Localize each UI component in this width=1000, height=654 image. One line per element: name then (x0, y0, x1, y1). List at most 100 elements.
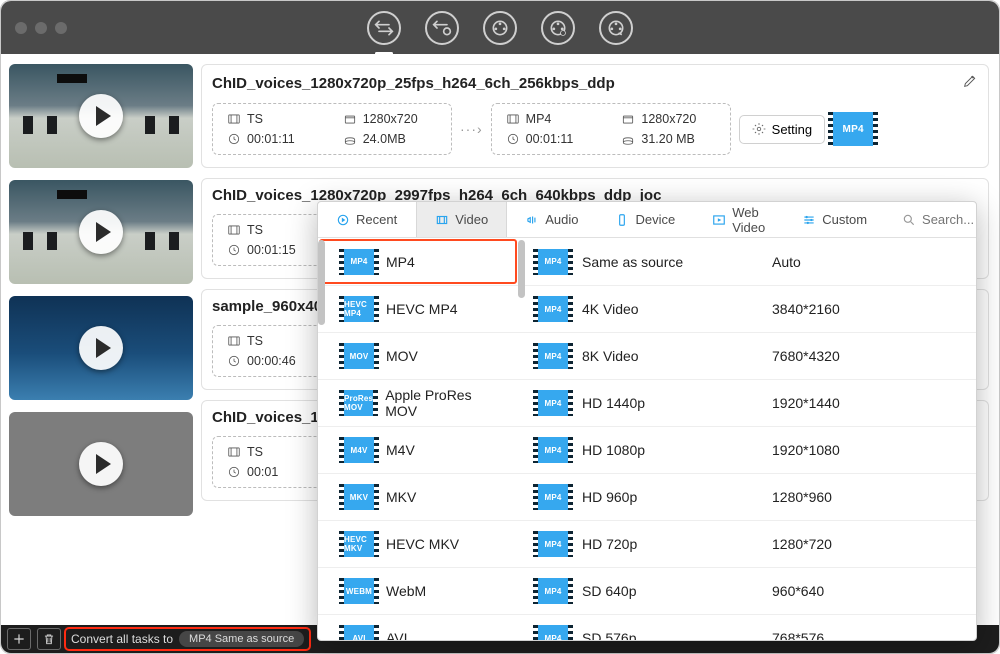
tab-video[interactable]: Video (416, 202, 507, 237)
format-list[interactable]: MP4MP4 HEVC MP4 HEVC MP4 MOVMOV ProRes MOV Ap… (318, 238, 518, 640)
preset-name: SD 576p (582, 630, 760, 640)
format-badge-icon: MP4 (538, 343, 568, 369)
tool-reel-1[interactable] (483, 11, 517, 45)
format-label: HEVC MP4 (386, 301, 458, 317)
tool-reel-2[interactable] (541, 11, 575, 45)
play-icon (79, 326, 123, 370)
play-icon (79, 94, 123, 138)
task-thumb-2[interactable] (9, 180, 193, 284)
format-badge-icon: M4V (344, 437, 374, 463)
format-badge-icon: ProRes MOV (344, 390, 373, 416)
preset-row[interactable]: MP48K Video7680*4320 (518, 332, 976, 379)
tool-convert[interactable] (367, 11, 401, 45)
tab-custom[interactable]: Custom (784, 202, 886, 237)
preset-resolution: 768*576 (772, 630, 922, 640)
top-toolbar (367, 11, 633, 45)
scrollbar[interactable] (318, 240, 325, 325)
format-label: Apple ProRes MOV (385, 387, 500, 419)
preset-row[interactable]: MP4 HD 1440p 1920*1440 (518, 379, 976, 426)
minimize-dot[interactable] (35, 22, 47, 34)
task-thumb-1[interactable] (9, 64, 193, 168)
format-badge-icon: MP4 (538, 625, 568, 640)
format-label: MKV (386, 489, 416, 505)
format-badge-icon: MP4 (538, 249, 568, 275)
scrollbar[interactable] (518, 240, 525, 298)
setting-button[interactable]: Setting (739, 115, 825, 144)
preset-row[interactable]: MP4 HD 720p 1280*720 (518, 520, 976, 567)
format-badge-icon: MP4 (538, 296, 568, 322)
format-label: MOV (386, 348, 418, 364)
task-title: ChID_voices_1280x720p_25fps_h264_6ch_256… (212, 75, 615, 92)
preset-name: SD 640p (582, 583, 760, 599)
tab-webvideo[interactable]: Web Video (694, 202, 784, 237)
preset-resolution: 960*640 (772, 583, 922, 599)
convert-all-control: Convert all tasks to MP4 Same as source (67, 630, 308, 648)
preset-row[interactable]: MP4 SD 640p 960*640 (518, 567, 976, 614)
preset-name: HD 1080p (582, 442, 760, 458)
format-row[interactable]: ProRes MOV Apple ProRes MOV (318, 379, 518, 426)
tab-audio[interactable]: Audio (507, 202, 597, 237)
tab-device[interactable]: Device (597, 202, 694, 237)
preset-name: Same as source (582, 254, 760, 270)
preset-resolution: 7680*4320 (772, 348, 922, 364)
tool-download[interactable] (425, 11, 459, 45)
format-row[interactable]: HEVC MKV HEVC MKV (318, 520, 518, 567)
preset-name: HD 720p (582, 536, 760, 552)
task-card: ChID_voices_1280x720p_25fps_h264_6ch_256… (201, 64, 989, 168)
preset-row[interactable]: MP4HD 960p1280*960 (518, 473, 976, 520)
play-icon (79, 442, 123, 486)
close-dot[interactable] (15, 22, 27, 34)
preset-row[interactable]: MP4 HD 1080p 1920*1080 (518, 426, 976, 473)
format-row[interactable]: MKV MKV (318, 473, 518, 520)
format-badge-icon: HEVC MP4 (344, 296, 374, 322)
preset-list[interactable]: MP4Same as sourceAutoMP44K Video3840*216… (518, 238, 976, 640)
preset-row[interactable]: MP4 Same as source Auto (518, 238, 976, 285)
format-badge-icon: MP4 (538, 531, 568, 557)
preset-name: HD 1440p (582, 395, 760, 411)
preset-resolution: 1280*960 (772, 489, 922, 505)
format-badge-icon: MP4 (538, 390, 568, 416)
zoom-dot[interactable] (55, 22, 67, 34)
edit-title-icon[interactable] (962, 73, 978, 93)
format-label: WebM (386, 583, 426, 599)
preset-resolution: 1920*1080 (772, 442, 922, 458)
format-badge-icon: MP4 (538, 578, 568, 604)
search-input[interactable] (922, 212, 977, 227)
format-badge-icon: MP4 (538, 437, 568, 463)
format-badge-icon: AVI (344, 625, 374, 640)
task-thumb-4[interactable] (9, 412, 193, 516)
play-icon (79, 210, 123, 254)
tab-recent[interactable]: Recent (318, 202, 416, 237)
preset-resolution: 1280*720 (772, 536, 922, 552)
tool-reel-3[interactable] (599, 11, 633, 45)
titlebar (1, 1, 999, 54)
output-format-button[interactable]: MP4 (833, 111, 873, 147)
popup-tab-bar: Recent Video Audio Device Web Video Cust… (318, 202, 976, 238)
preset-resolution: 1920*1440 (772, 395, 922, 411)
convert-all-dropdown[interactable]: MP4 Same as source (179, 631, 304, 647)
format-label: HEVC MKV (386, 536, 459, 552)
popup-search[interactable] (886, 202, 977, 237)
source-spec: TS 00:01:11 1280x720 24.0MB (212, 103, 452, 155)
task-thumb-3[interactable] (9, 296, 193, 400)
preset-resolution: Auto (772, 254, 922, 270)
thumbnail-column (1, 54, 201, 625)
format-badge-icon: MP4 (538, 484, 568, 510)
task-title: ChID_voices_19 (212, 409, 327, 426)
format-row[interactable]: M4VM4V (318, 426, 518, 473)
preset-row[interactable]: MP44K Video3840*2160 (518, 285, 976, 332)
format-row[interactable]: WEBMWebM (318, 567, 518, 614)
format-badge-icon: MP4 (344, 249, 374, 275)
format-row[interactable]: HEVC MP4 HEVC MP4 (318, 285, 518, 332)
format-label: AVI (386, 630, 408, 640)
format-row[interactable]: MP4MP4 (318, 238, 518, 285)
format-row[interactable]: MOVMOV (318, 332, 518, 379)
preset-name: 4K Video (582, 301, 760, 317)
add-task-button[interactable] (7, 628, 31, 650)
target-spec: MP4 00:01:11 1280x720 31.20 MB (491, 103, 731, 155)
preset-row[interactable]: MP4 SD 576p 768*576 (518, 614, 976, 640)
delete-task-button[interactable] (37, 628, 61, 650)
format-row[interactable]: AVI AVI (318, 614, 518, 640)
format-badge-icon: MKV (344, 484, 374, 510)
format-badge-icon: HEVC MKV (344, 531, 374, 557)
